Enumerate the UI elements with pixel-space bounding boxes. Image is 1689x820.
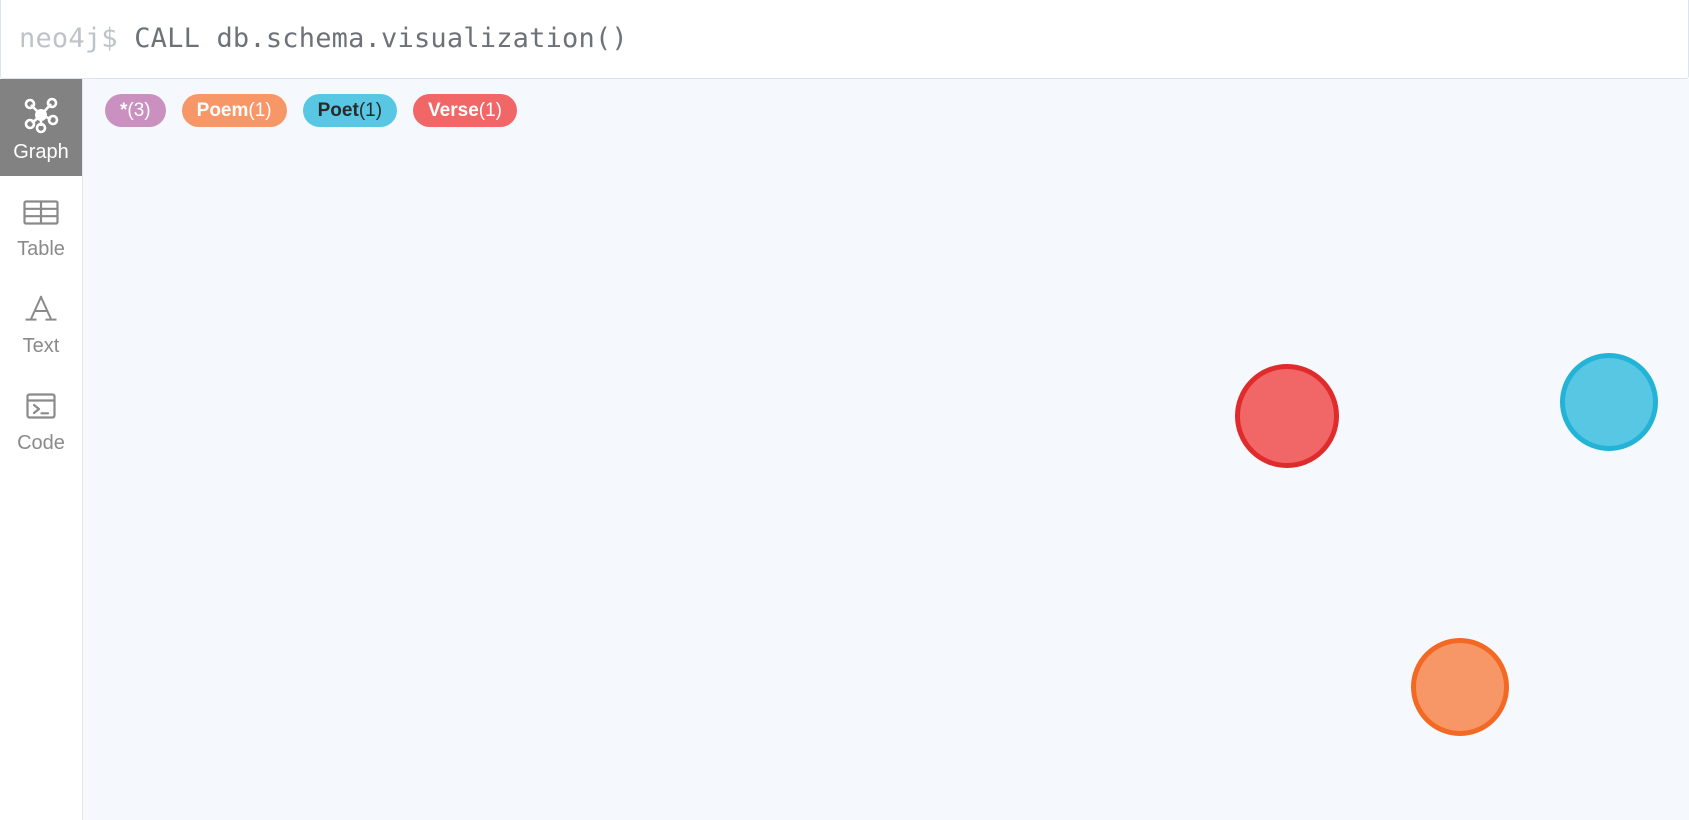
- legend-chip-all[interactable]: * (3): [105, 94, 166, 127]
- table-grid-icon: [20, 190, 62, 234]
- sidebar-item-code-label: Code: [17, 431, 65, 454]
- legend-chip-verse-label: Verse: [428, 100, 479, 121]
- sidebar-item-text[interactable]: Text: [0, 273, 82, 370]
- text-letter-a-icon: [20, 287, 62, 331]
- sidebar-item-table[interactable]: Table: [0, 176, 82, 273]
- legend-chip-all-count: (3): [127, 100, 151, 121]
- graph-canvas[interactable]: * (3) Poem (1) Poet (1) Verse (1): [83, 79, 1689, 820]
- query-line: neo4j$ CALL db.schema.visualization(): [19, 22, 628, 56]
- legend-chip-poem-count: (1): [248, 100, 272, 121]
- query-prompt-space: [118, 23, 134, 54]
- legend-row: * (3) Poem (1) Poet (1) Verse (1): [105, 94, 1679, 127]
- legend-chip-poet-label: Poet: [317, 100, 359, 121]
- sidebar-item-table-label: Table: [17, 237, 65, 260]
- node-poem[interactable]: [1411, 638, 1509, 736]
- sidebar-item-graph[interactable]: Graph: [0, 79, 82, 176]
- sidebar-item-code[interactable]: Code: [0, 370, 82, 467]
- node-poet[interactable]: [1560, 353, 1658, 451]
- query-text: CALL db.schema.visualization(): [134, 23, 628, 54]
- legend-chip-poem[interactable]: Poem (1): [181, 94, 287, 127]
- sidebar-item-text-label: Text: [22, 334, 60, 357]
- legend-chip-poet-count: (1): [358, 100, 383, 121]
- neo4j-browser-result-frame: neo4j$ CALL db.schema.visualization() Gr…: [0, 0, 1689, 820]
- legend-chip-all-label: *: [120, 100, 128, 121]
- legend-chip-poet[interactable]: Poet (1): [302, 94, 398, 127]
- node-verse[interactable]: [1235, 364, 1339, 468]
- result-body: Graph Table Text Code * (3) Poem (1) Poe…: [0, 79, 1689, 820]
- legend-chip-poem-label: Poem: [196, 100, 249, 121]
- legend-chip-verse[interactable]: Verse (1): [413, 94, 518, 127]
- code-terminal-icon: [20, 384, 62, 428]
- view-sidebar: Graph Table Text Code: [0, 79, 83, 820]
- graph-network-icon: [20, 93, 62, 137]
- query-prompt: neo4j$: [19, 23, 118, 54]
- sidebar-item-graph-label: Graph: [13, 140, 69, 163]
- legend-chip-verse-count: (1): [478, 100, 503, 121]
- query-editor-bar[interactable]: neo4j$ CALL db.schema.visualization(): [0, 0, 1689, 79]
